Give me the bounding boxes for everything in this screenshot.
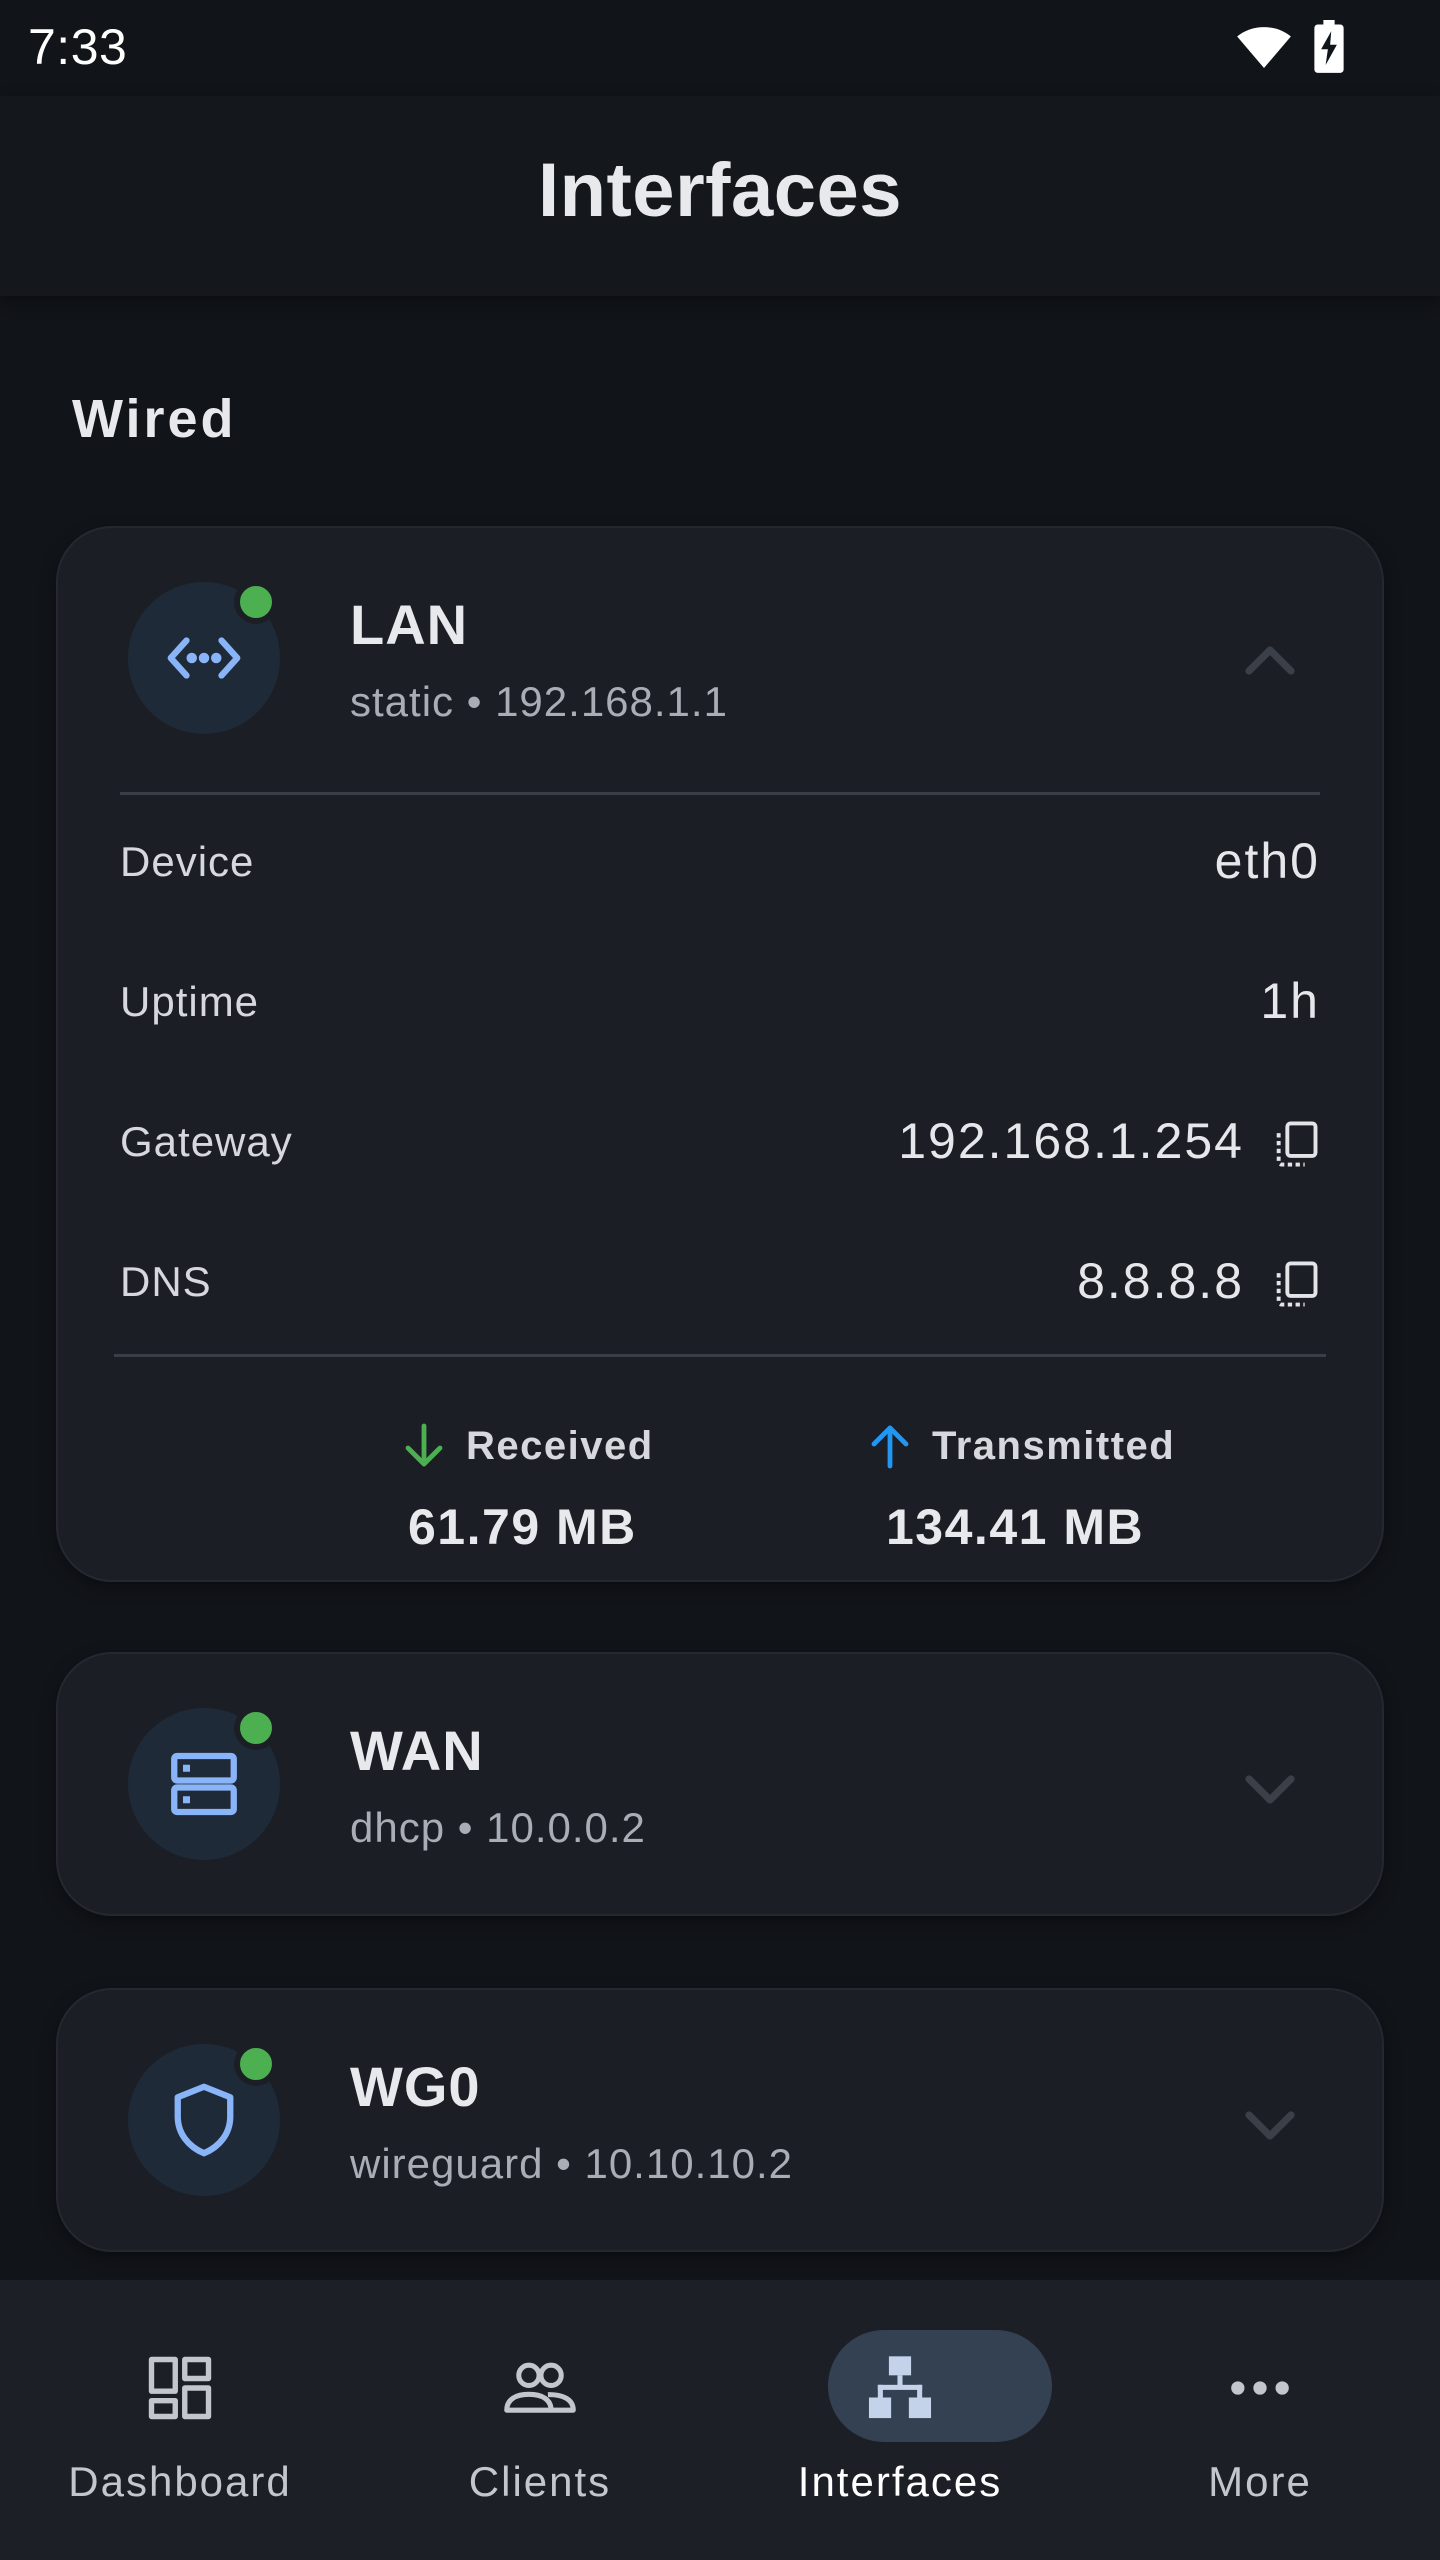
detail-label: Gateway <box>120 1118 293 1165</box>
people-icon <box>504 2362 576 2413</box>
nav-label: Dashboard <box>68 2458 292 2505</box>
interface-subtitle: static • 192.168.1.1 <box>350 678 728 725</box>
divider <box>120 792 1320 795</box>
detail-label: Device <box>120 838 255 885</box>
arrow-up-icon <box>871 1425 909 1469</box>
dashboard-icon <box>148 2356 212 2420</box>
nav-item-interfaces[interactable]: Interfaces <box>720 2280 1080 2560</box>
copy-icon[interactable] <box>1270 1258 1322 1310</box>
chevron-down-icon[interactable] <box>1234 2088 1306 2160</box>
wifi-icon <box>1237 27 1291 69</box>
detail-value: 1h <box>1260 973 1320 1029</box>
interface-card-wg0[interactable]: WG0 wireguard • 10.10.10.2 <box>56 1988 1384 2252</box>
transmitted-label: Transmitted <box>932 1424 1176 1468</box>
detail-row-gateway: Gateway 192.168.1.254 <box>58 1076 1382 1216</box>
nav-label: Clients <box>468 2458 612 2505</box>
network-tree-icon <box>868 2356 932 2419</box>
more-dots-icon <box>1231 2381 1289 2395</box>
detail-label: DNS <box>120 1258 212 1305</box>
section-title-wired: Wired <box>72 389 237 449</box>
received-label: Received <box>466 1424 654 1468</box>
nav-item-more[interactable]: More <box>1080 2280 1440 2560</box>
online-status-dot <box>234 2042 278 2086</box>
page-title: Interfaces <box>537 147 903 233</box>
interface-name: WAN <box>350 1719 484 1782</box>
detail-row-dns: DNS 8.8.8.8 <box>58 1216 1382 1356</box>
server-icon <box>171 1752 237 1816</box>
interface-header-wg0[interactable]: WG0 wireguard • 10.10.10.2 <box>58 1990 1382 2254</box>
nav-label: More <box>1208 2458 1312 2505</box>
status-time: 7:33 <box>28 19 128 75</box>
battery-charging-icon <box>1314 20 1344 73</box>
interface-header-lan[interactable]: LAN static • 192.168.1.1 <box>58 528 1382 792</box>
chevron-up-icon[interactable] <box>1234 626 1306 698</box>
nav-item-dashboard[interactable]: Dashboard <box>0 2280 360 2560</box>
interface-card-lan: LAN static • 192.168.1.1 Device eth0 Upt… <box>56 526 1384 1582</box>
detail-value: eth0 <box>1214 833 1320 889</box>
copy-icon[interactable] <box>1270 1118 1322 1170</box>
received-value: 61.79 MB <box>408 1499 637 1555</box>
interface-subtitle: dhcp • 10.0.0.2 <box>350 1804 646 1851</box>
detail-label: Uptime <box>120 978 260 1025</box>
status-bar: 7:33 <box>0 0 1440 96</box>
detail-row-device: Device eth0 <box>58 796 1382 936</box>
nav-item-clients[interactable]: Clients <box>360 2280 720 2560</box>
online-status-dot <box>234 1706 278 1750</box>
interface-header-wan[interactable]: WAN dhcp • 10.0.0.2 <box>58 1654 1382 1918</box>
transmitted-value: 134.41 MB <box>886 1499 1145 1555</box>
online-status-dot <box>234 580 278 624</box>
chevron-down-icon[interactable] <box>1234 1752 1306 1824</box>
detail-value: 192.168.1.254 <box>898 1113 1244 1169</box>
nav-label: Interfaces <box>797 2458 1003 2505</box>
arrow-down-icon <box>405 1423 443 1467</box>
interface-subtitle: wireguard • 10.10.10.2 <box>350 2140 793 2187</box>
divider <box>114 1354 1326 1357</box>
top-app-bar: Interfaces <box>0 96 1440 296</box>
interface-name: WG0 <box>350 2055 481 2118</box>
detail-value: 8.8.8.8 <box>1077 1253 1244 1309</box>
shield-icon <box>174 2083 234 2157</box>
interface-card-wan[interactable]: WAN dhcp • 10.0.0.2 <box>56 1652 1384 1916</box>
detail-row-uptime: Uptime 1h <box>58 936 1382 1076</box>
interface-name: LAN <box>350 593 469 656</box>
bottom-navigation: Dashboard Clients Interfaces More <box>0 2280 1440 2560</box>
code-arrows-icon <box>167 637 241 679</box>
